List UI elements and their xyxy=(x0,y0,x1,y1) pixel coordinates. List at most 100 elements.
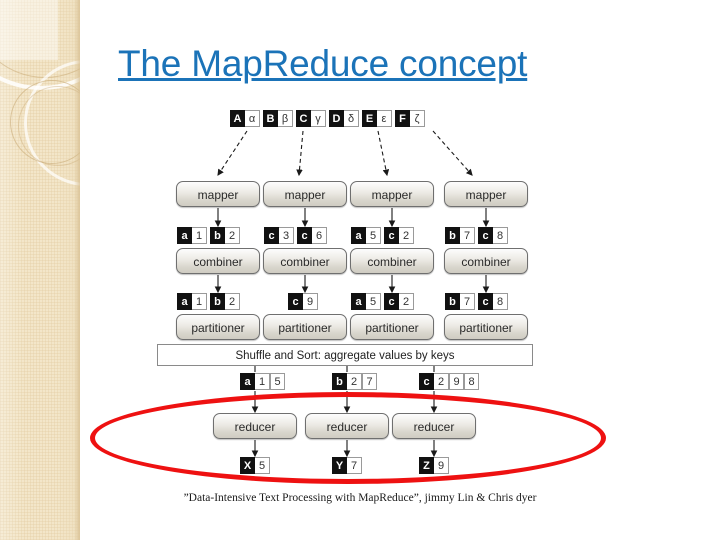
kv-pair: c 2 9 8 xyxy=(419,373,479,390)
combiner-output-row: b 7 c 8 xyxy=(445,293,508,310)
mapper-output-row: c 3 c 6 xyxy=(264,227,327,244)
mapper-box: mapper xyxy=(263,181,347,207)
kv-key: c xyxy=(288,293,303,310)
mapper-box: mapper xyxy=(350,181,434,207)
kv-value: 2 xyxy=(399,227,414,244)
combiner-box: combiner xyxy=(176,248,260,274)
partitioner-box: partitioner xyxy=(176,314,260,340)
kv-key: c xyxy=(384,293,399,310)
kv-key: b xyxy=(332,373,347,390)
kv-value: 9 xyxy=(303,293,318,310)
mapper-box: mapper xyxy=(176,181,260,207)
kv-value: 6 xyxy=(312,227,327,244)
kv-value: ε xyxy=(377,110,392,127)
partitioner-box: partitioner xyxy=(444,314,528,340)
kv-pair: b 2 xyxy=(210,227,240,244)
kv-key: b xyxy=(445,227,460,244)
kv-value: ζ xyxy=(410,110,425,127)
kv-key: D xyxy=(329,110,344,127)
reducer-input-row: a 1 5 xyxy=(240,373,285,390)
kv-pair: a 5 xyxy=(351,293,381,310)
kv-value: 1 xyxy=(192,227,207,244)
kv-pair: c 3 xyxy=(264,227,294,244)
kv-pair: a 1 xyxy=(177,227,207,244)
kv-key: b xyxy=(210,227,225,244)
kv-key: c xyxy=(264,227,279,244)
kv-pair: E ε xyxy=(362,110,392,127)
kv-key: c xyxy=(478,227,493,244)
kv-value: 8 xyxy=(464,373,479,390)
kv-key: A xyxy=(230,110,245,127)
combiner-output-row: a 1 b 2 xyxy=(177,293,240,310)
kv-value: 5 xyxy=(270,373,285,390)
kv-value: 2 xyxy=(434,373,449,390)
kv-pair: c 6 xyxy=(297,227,327,244)
kv-pair: c 8 xyxy=(478,293,508,310)
kv-key: E xyxy=(362,110,377,127)
shuffle-and-sort-bar: Shuffle and Sort: aggregate values by ke… xyxy=(157,344,533,366)
kv-pair: c 2 xyxy=(384,293,414,310)
kv-key: c xyxy=(384,227,399,244)
reducer-input-row: c 2 9 8 xyxy=(419,373,479,390)
mapper-output-row: b 7 c 8 xyxy=(445,227,508,244)
kv-value: 1 xyxy=(192,293,207,310)
kv-pair: A α xyxy=(230,110,260,127)
kv-value: 9 xyxy=(449,373,464,390)
kv-value: 7 xyxy=(460,293,475,310)
kv-pair: a 1 xyxy=(177,293,207,310)
kv-pair: a 5 xyxy=(351,227,381,244)
kv-key: a xyxy=(177,227,192,244)
kv-value: 5 xyxy=(366,293,381,310)
kv-value: 8 xyxy=(493,293,508,310)
kv-key: a xyxy=(351,227,366,244)
mapper-box: mapper xyxy=(444,181,528,207)
kv-value: 2 xyxy=(399,293,414,310)
kv-key: C xyxy=(296,110,311,127)
kv-pair: D δ xyxy=(329,110,359,127)
kv-key: c xyxy=(297,227,312,244)
kv-value: γ xyxy=(311,110,326,127)
kv-value: 1 xyxy=(255,373,270,390)
kv-value: 5 xyxy=(366,227,381,244)
source-citation: ”Data-Intensive Text Processing with Map… xyxy=(183,492,537,504)
kv-key: b xyxy=(210,293,225,310)
kv-value: 2 xyxy=(347,373,362,390)
reduce-phase-highlight-ellipse xyxy=(90,392,606,484)
kv-pair: c 2 xyxy=(384,227,414,244)
kv-value: 2 xyxy=(225,227,240,244)
mapper-output-row: a 1 b 2 xyxy=(177,227,240,244)
kv-key: a xyxy=(240,373,255,390)
kv-key: B xyxy=(263,110,278,127)
kv-pair: F ζ xyxy=(395,110,425,127)
kv-key: a xyxy=(351,293,366,310)
partitioner-box: partitioner xyxy=(263,314,347,340)
kv-key: b xyxy=(445,293,460,310)
kv-key: c xyxy=(478,293,493,310)
mapper-output-row: a 5 c 2 xyxy=(351,227,414,244)
combiner-box: combiner xyxy=(263,248,347,274)
kv-pair: b 2 xyxy=(210,293,240,310)
kv-value: 7 xyxy=(460,227,475,244)
kv-value: 2 xyxy=(225,293,240,310)
kv-pair: b 2 7 xyxy=(332,373,377,390)
partitioner-box: partitioner xyxy=(350,314,434,340)
kv-value: 3 xyxy=(279,227,294,244)
kv-pair: b 7 xyxy=(445,293,475,310)
kv-value: β xyxy=(278,110,293,127)
combiner-box: combiner xyxy=(350,248,434,274)
kv-value: 8 xyxy=(493,227,508,244)
kv-value: δ xyxy=(344,110,359,127)
kv-pair: b 7 xyxy=(445,227,475,244)
kv-key: c xyxy=(419,373,434,390)
kv-key: a xyxy=(177,293,192,310)
kv-pair: c 9 xyxy=(288,293,318,310)
mapreduce-flow-diagram: A α B β C γ D δ E ε F ζ mapper mapper ma… xyxy=(0,0,720,540)
reducer-input-row: b 2 7 xyxy=(332,373,377,390)
combiner-output-row: a 5 c 2 xyxy=(351,293,414,310)
kv-pair: a 1 5 xyxy=(240,373,285,390)
kv-key: F xyxy=(395,110,410,127)
combiner-box: combiner xyxy=(444,248,528,274)
kv-value: 7 xyxy=(362,373,377,390)
kv-value: α xyxy=(245,110,260,127)
kv-pair: c 8 xyxy=(478,227,508,244)
